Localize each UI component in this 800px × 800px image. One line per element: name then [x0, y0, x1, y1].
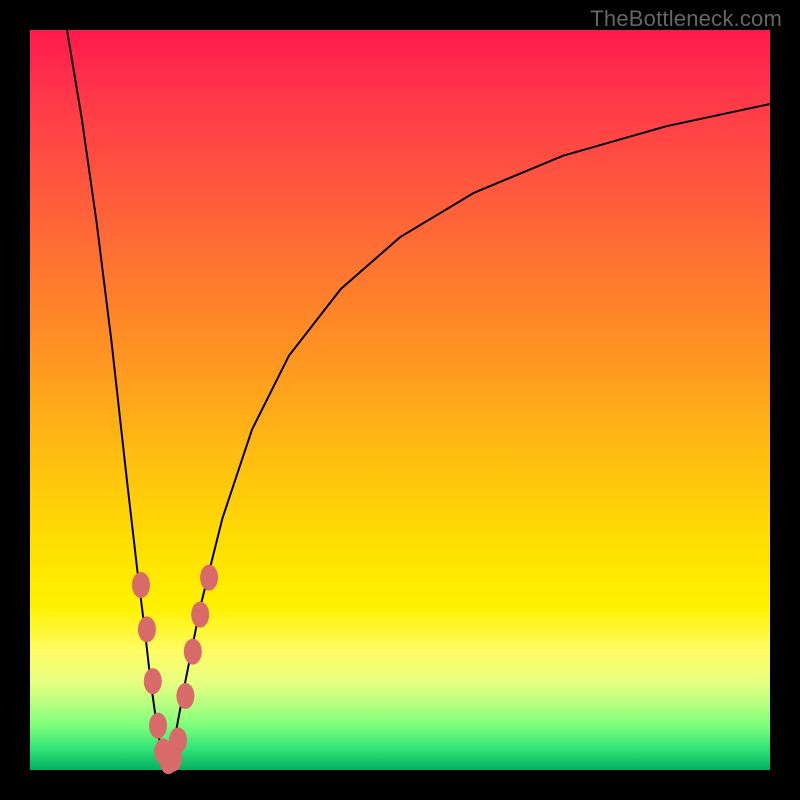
marker-dot	[132, 572, 150, 598]
watermark-text: TheBottleneck.com	[590, 6, 782, 32]
marker-dot	[191, 602, 209, 628]
marker-dot	[176, 683, 194, 709]
curve-group	[67, 30, 770, 766]
marker-dot	[169, 727, 187, 753]
marker-dot	[138, 616, 156, 642]
marker-dot	[200, 565, 218, 591]
marker-dot	[184, 639, 202, 665]
marker-dot	[149, 713, 167, 739]
chart-svg	[30, 30, 770, 770]
curve-left-branch	[67, 30, 167, 766]
marker-group	[132, 565, 218, 775]
marker-dot	[144, 668, 162, 694]
curve-right-branch	[167, 104, 770, 766]
